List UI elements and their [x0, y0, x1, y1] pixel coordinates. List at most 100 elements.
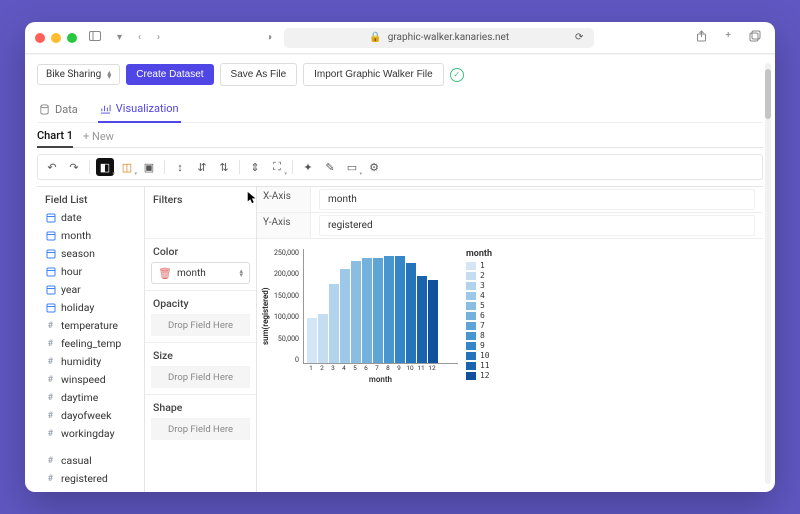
field-config-icon[interactable]: ✦ [299, 158, 317, 176]
chart-bar[interactable] [384, 256, 394, 363]
legend-item[interactable]: 5 [466, 301, 492, 311]
page-scrollbar[interactable] [765, 63, 771, 484]
field-item[interactable]: hour [43, 264, 138, 279]
tab-visualization[interactable]: Visualization [98, 96, 181, 123]
trash-icon[interactable]: 🗑 [158, 267, 172, 280]
field-item[interactable]: date [43, 210, 138, 225]
x-tick: 6 [361, 364, 371, 372]
legend-item[interactable]: 3 [466, 281, 492, 291]
legend-item[interactable]: 2 [466, 271, 492, 281]
chart-x-ticks: 123456789101112 [303, 364, 458, 372]
x-tick: 7 [372, 364, 382, 372]
x-axis-row: X-Axis month [257, 187, 763, 213]
legend-item[interactable]: 9 [466, 341, 492, 351]
settings-icon[interactable]: ⚙ [365, 158, 383, 176]
shield-icon[interactable]: ◑ [262, 30, 276, 45]
legend-item[interactable]: 12 [466, 371, 492, 381]
color-field-chip[interactable]: 🗑 month ▴▾ [151, 262, 250, 284]
legend-item[interactable]: 7 [466, 321, 492, 331]
legend-item[interactable]: 4 [466, 291, 492, 301]
x-tick: 11 [416, 364, 426, 372]
share-icon[interactable] [692, 28, 711, 47]
stack-mode-icon[interactable]: ◫▾ [118, 158, 136, 176]
chart-bar[interactable] [406, 263, 416, 363]
import-file-button[interactable]: Import Graphic Walker File [303, 63, 444, 86]
dropdown-icon[interactable]: ▾ [113, 30, 126, 45]
chart-bar[interactable] [395, 256, 405, 363]
field-item[interactable]: month [43, 228, 138, 243]
y-tick: 150,000 [274, 292, 299, 300]
axis-scale-icon[interactable]: ⇕ [246, 158, 264, 176]
chart-bar[interactable] [428, 280, 438, 363]
titlebar-right: + [692, 28, 765, 47]
new-tab-icon[interactable]: + [721, 28, 735, 47]
legend-item[interactable]: 6 [466, 311, 492, 321]
sort-asc-icon[interactable]: ↕ [171, 158, 189, 176]
shape-drop-zone[interactable]: Drop Field Here [151, 418, 250, 440]
filters-drop-zone[interactable] [145, 210, 256, 238]
tabs-icon[interactable] [745, 28, 765, 47]
field-item[interactable]: #humidity [43, 354, 138, 369]
save-as-file-button[interactable]: Save As File [220, 63, 298, 86]
x-tick: 5 [350, 364, 360, 372]
chart-tabs: Chart 1 + New [37, 123, 763, 148]
chart-bar[interactable] [329, 284, 339, 363]
reload-icon[interactable]: ⟳ [575, 32, 583, 43]
chart-tab-new[interactable]: + New [83, 130, 114, 143]
field-item[interactable]: #count [43, 489, 138, 492]
legend-item[interactable]: 11 [466, 361, 492, 371]
field-item[interactable]: #winspeed [43, 372, 138, 387]
legend-item[interactable]: 8 [466, 331, 492, 341]
field-item[interactable]: year [43, 282, 138, 297]
size-drop-zone[interactable]: Drop Field Here [151, 366, 250, 388]
brush-icon[interactable]: ✎ [321, 158, 339, 176]
export-icon[interactable]: ▭▾ [343, 158, 361, 176]
chart-bar[interactable] [318, 314, 328, 363]
legend-item[interactable]: 10 [466, 351, 492, 361]
measure-icon: # [45, 473, 56, 484]
sort-field-desc-icon[interactable]: ⇅ [215, 158, 233, 176]
transpose-icon[interactable]: ▣ [140, 158, 158, 176]
url-bar[interactable]: 🔒 graphic-walker.kanaries.net ⟳ [284, 28, 594, 48]
urlbar-wrap: ◑ 🔒 graphic-walker.kanaries.net ⟳ [172, 28, 684, 48]
redo-icon[interactable]: ↷ [65, 158, 83, 176]
chart-bar[interactable] [417, 276, 427, 363]
chart-bar[interactable] [340, 269, 350, 363]
chart-bar[interactable] [362, 258, 372, 363]
chart-bar[interactable] [307, 318, 317, 363]
opacity-drop-zone[interactable]: Drop Field Here [151, 314, 250, 336]
updown-caret-icon[interactable]: ▴▾ [239, 269, 243, 277]
x-axis-field-chip[interactable]: month [319, 189, 755, 210]
tab-data[interactable]: Data [37, 96, 80, 122]
y-axis-field-chip[interactable]: registered [319, 215, 755, 236]
sidebar-toggle-icon[interactable] [85, 29, 105, 46]
create-dataset-button[interactable]: Create Dataset [126, 64, 213, 85]
field-item[interactable]: #registered [43, 471, 138, 486]
field-item[interactable]: season [43, 246, 138, 261]
panel-main: X-Axis month Y-Axis registered sum(regis… [257, 187, 763, 492]
field-item[interactable]: #casual [43, 453, 138, 468]
field-item[interactable]: #workingday [43, 426, 138, 441]
back-button[interactable]: ‹ [134, 30, 145, 45]
field-item[interactable]: holiday [43, 300, 138, 315]
toolbar-separator [292, 160, 293, 174]
legend-item[interactable]: 1 [466, 261, 492, 271]
chart-bar[interactable] [351, 261, 361, 363]
chart-plot[interactable] [303, 249, 458, 364]
maximize-window[interactable] [67, 33, 77, 43]
chart-type-icon[interactable]: ◧▾ [96, 158, 114, 176]
field-item[interactable]: #feeling_temp [43, 336, 138, 351]
forward-button[interactable]: › [153, 30, 164, 45]
field-item[interactable]: #daytime [43, 390, 138, 405]
scrollbar-thumb[interactable] [765, 69, 771, 119]
fullscreen-icon[interactable]: ⛶▾ [268, 158, 286, 176]
dataset-selector[interactable]: Bike Sharing ▴▾ [37, 64, 120, 85]
undo-icon[interactable]: ↶ [43, 158, 61, 176]
chart-bar[interactable] [373, 258, 383, 363]
minimize-window[interactable] [51, 33, 61, 43]
close-window[interactable] [35, 33, 45, 43]
field-item[interactable]: #temperature [43, 318, 138, 333]
field-item[interactable]: #dayofweek [43, 408, 138, 423]
sort-field-asc-icon[interactable]: ⇵ [193, 158, 211, 176]
chart-tab-1[interactable]: Chart 1 [37, 129, 73, 148]
